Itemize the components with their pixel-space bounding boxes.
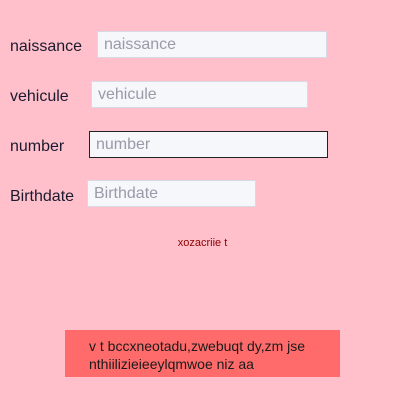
number-input[interactable] xyxy=(89,131,328,158)
banner-line-1: v t bccxneotadu,zwebuqt dy,zm jse xyxy=(89,338,306,354)
banner-line-2: nthiilizieieeylqmwoe niz aa xyxy=(89,356,254,372)
message-banner: v t bccxneotadu,zwebuqt dy,zm jse nthiil… xyxy=(65,330,340,377)
xozacriie-link[interactable]: xozacriie t xyxy=(0,237,405,249)
naissance-input[interactable] xyxy=(97,31,327,58)
number-label: number xyxy=(10,138,65,155)
birthdate-label: Birthdate xyxy=(10,188,75,205)
birthdate-input[interactable] xyxy=(87,180,256,207)
vehicule-label: vehicule xyxy=(10,88,69,105)
naissance-label: naissance xyxy=(10,38,83,55)
vehicule-input[interactable] xyxy=(91,81,308,108)
